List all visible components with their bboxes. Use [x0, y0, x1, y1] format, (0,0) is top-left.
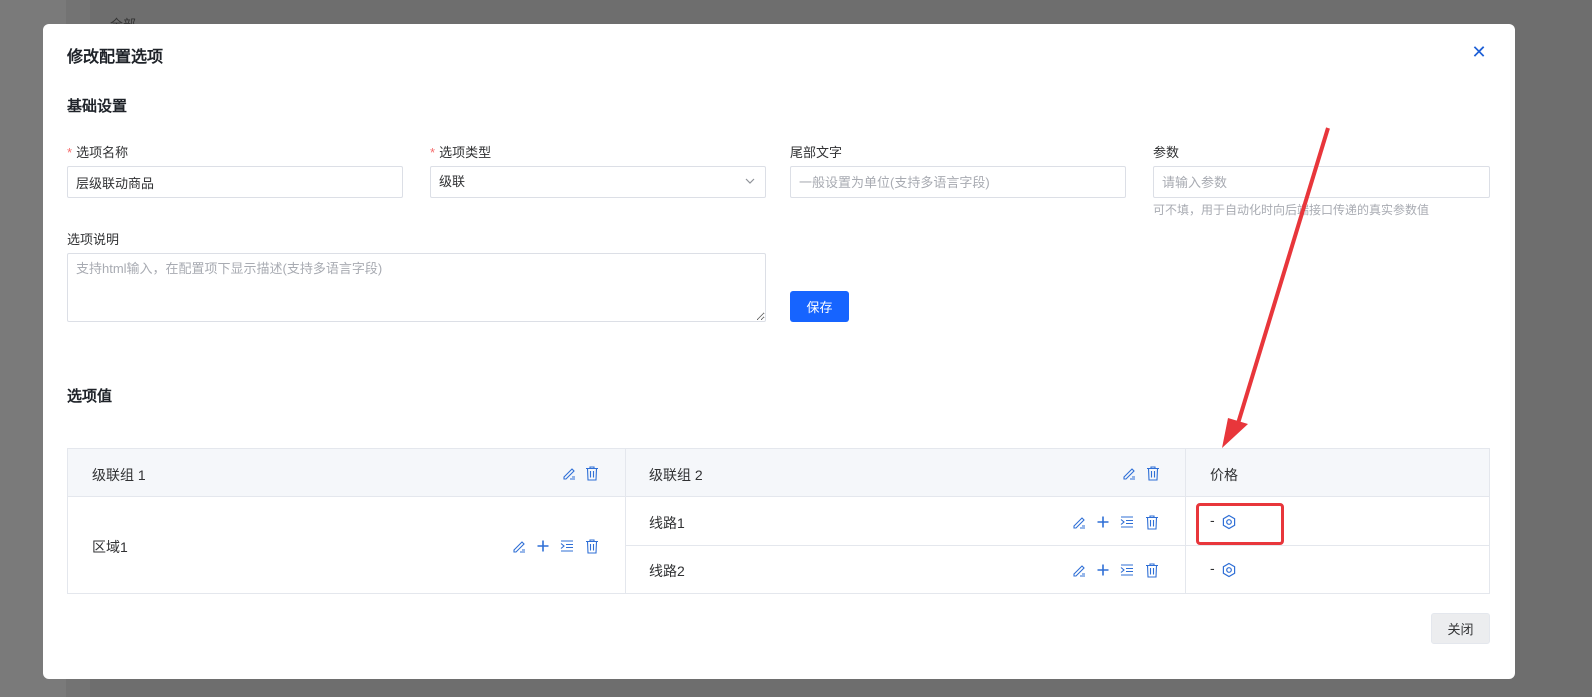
edit-icon[interactable] [511, 538, 527, 554]
option-type-label: * 选项类型 [430, 145, 492, 160]
annotation-highlight-box [1196, 503, 1284, 545]
add-icon[interactable] [535, 538, 551, 554]
param-input[interactable] [1153, 166, 1490, 198]
required-mark: * [430, 145, 436, 160]
option-desc-textarea[interactable] [67, 253, 766, 322]
add-child-icon[interactable] [559, 538, 575, 554]
edit-group2-icon[interactable] [1121, 465, 1137, 481]
delete-icon[interactable] [1144, 562, 1160, 578]
row-divider [626, 545, 1489, 546]
chevron-down-icon [745, 178, 755, 184]
close-button[interactable]: 关闭 [1431, 613, 1490, 644]
group1-value-region1: 区域1 [92, 539, 128, 555]
suffix-text-input[interactable] [790, 166, 1126, 198]
group2-value-line2: 线路2 [649, 563, 685, 579]
option-type-value: 级联 [439, 174, 466, 189]
edit-icon[interactable] [1071, 562, 1087, 578]
edit-config-modal: 修改配置选项 ✕ 基础设置 *选项名称 *选项类型 级联 尾部文字 参数 可不填… [43, 24, 1515, 679]
header-price: 价格 [1210, 467, 1238, 483]
option-name-input[interactable] [67, 166, 403, 198]
modal-title: 修改配置选项 [67, 49, 164, 66]
edit-group1-icon[interactable] [561, 465, 577, 481]
delete-group2-icon[interactable] [1145, 465, 1161, 481]
param-hint: 可不填，用于自动化时向后端接口传递的真实参数值 [1153, 203, 1430, 217]
option-desc-label: 选项说明 [67, 232, 120, 247]
price-settings-icon[interactable] [1221, 562, 1237, 578]
edit-icon[interactable] [1071, 514, 1087, 530]
add-icon[interactable] [1095, 514, 1111, 530]
table-header [68, 449, 1489, 497]
column-divider [1185, 449, 1186, 593]
save-button[interactable]: 保存 [790, 291, 849, 322]
delete-group1-icon[interactable] [584, 465, 600, 481]
price-value: - [1210, 560, 1215, 576]
param-label: 参数 [1153, 145, 1180, 160]
add-child-icon[interactable] [1119, 562, 1135, 578]
required-mark: * [67, 145, 73, 160]
header-group2: 级联组 2 [649, 467, 703, 483]
option-type-select[interactable]: 级联 [430, 166, 766, 198]
delete-icon[interactable] [1144, 514, 1160, 530]
option-values-title: 选项值 [67, 388, 113, 405]
add-icon[interactable] [1095, 562, 1111, 578]
suffix-text-label: 尾部文字 [790, 145, 843, 160]
basic-settings-title: 基础设置 [67, 98, 128, 115]
column-divider [625, 449, 626, 593]
close-icon[interactable]: ✕ [1471, 43, 1487, 61]
delete-icon[interactable] [584, 538, 600, 554]
header-group1: 级联组 1 [92, 467, 146, 483]
group2-value-line1: 线路1 [649, 515, 685, 531]
add-child-icon[interactable] [1119, 514, 1135, 530]
option-name-label: * 选项名称 [67, 145, 129, 160]
